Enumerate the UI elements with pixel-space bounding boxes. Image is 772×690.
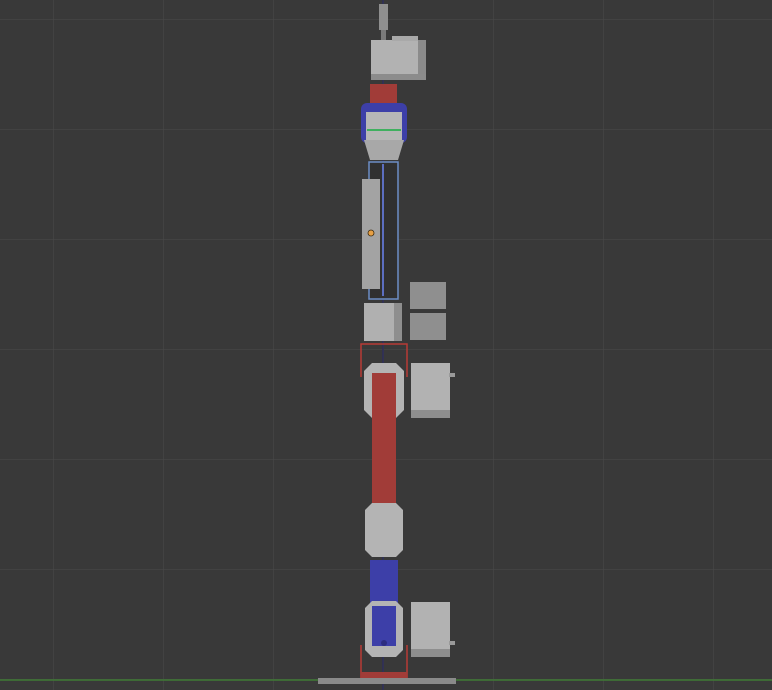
upper-joint-housing <box>366 112 402 140</box>
base-plate[interactable] <box>318 678 456 684</box>
side-box-upper[interactable] <box>410 282 446 309</box>
base-flange-red[interactable] <box>361 672 407 678</box>
forearm-red[interactable] <box>372 373 396 518</box>
lower-link-blue[interactable] <box>370 560 398 608</box>
upper-joint-collar <box>364 140 404 160</box>
neck-red[interactable] <box>370 84 397 104</box>
wrist-joint[interactable] <box>365 503 403 557</box>
elbow-motor-shaft <box>449 373 455 377</box>
viewport-scene <box>0 0 772 690</box>
3d-viewport[interactable] <box>0 0 772 690</box>
middle-block-side <box>394 303 402 341</box>
antenna-mount[interactable] <box>379 4 388 30</box>
base-motor-shadow <box>411 649 450 657</box>
origin-marker[interactable] <box>367 229 375 237</box>
head-block-top <box>392 36 418 41</box>
base-joint-pin <box>381 640 387 646</box>
base-motor-shaft <box>449 641 455 645</box>
base-motor[interactable] <box>411 602 450 657</box>
side-box-lower[interactable] <box>410 313 446 340</box>
elbow-motor-shadow <box>411 410 450 418</box>
elbow-motor[interactable] <box>411 363 450 418</box>
head-block-shadow <box>371 74 426 80</box>
